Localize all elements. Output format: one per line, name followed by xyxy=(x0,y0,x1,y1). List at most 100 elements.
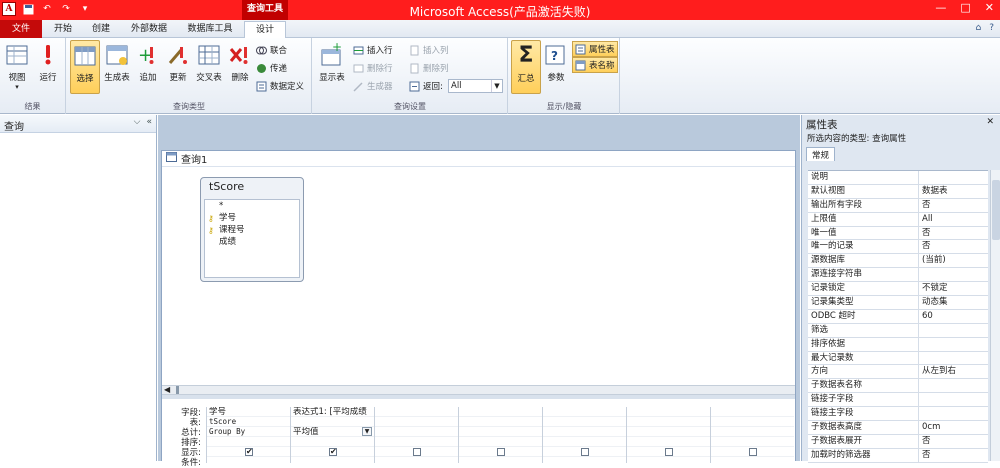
property-row[interactable]: 排序依据 xyxy=(808,337,988,352)
property-row[interactable]: 上限值 All xyxy=(808,212,988,227)
grid-table-cell[interactable] xyxy=(711,417,794,427)
scroll-thumb[interactable] xyxy=(176,386,179,394)
property-sheet-button[interactable]: 属性表 xyxy=(572,41,618,57)
show-checkbox[interactable] xyxy=(413,448,421,456)
help-icon[interactable]: ? xyxy=(989,23,994,33)
tab-design[interactable]: 设计 xyxy=(244,21,286,39)
property-row[interactable]: 说明 xyxy=(808,171,988,185)
property-value[interactable]: 否 xyxy=(919,449,988,462)
grid-table-cell[interactable] xyxy=(459,417,542,427)
parameters-button[interactable]: ? 参数 xyxy=(542,40,570,94)
nav-menu-dropdown-icon[interactable]: ⌵ xyxy=(134,117,141,127)
property-value[interactable] xyxy=(919,352,988,365)
property-value[interactable]: 否 xyxy=(919,240,988,253)
field-item-course-id[interactable]: ⚷ 课程号 xyxy=(205,224,299,236)
grid-field-cell[interactable]: 学号 xyxy=(207,407,290,417)
property-value[interactable]: 60 xyxy=(919,310,988,323)
navigation-pane-header[interactable]: 查询 ⌵ « xyxy=(0,115,156,133)
crosstab-button[interactable]: 交叉表 xyxy=(194,40,224,94)
property-row[interactable]: 最大记录数 xyxy=(808,351,988,366)
collapse-nav-icon[interactable]: « xyxy=(146,117,152,127)
property-row[interactable]: 筛选 xyxy=(808,323,988,338)
union-button[interactable]: 联合 xyxy=(256,42,287,58)
show-checkbox[interactable]: ✔ xyxy=(329,448,337,456)
property-scrollbar[interactable] xyxy=(990,170,1000,461)
show-checkbox[interactable]: ✔ xyxy=(245,448,253,456)
close-icon[interactable]: ✕ xyxy=(986,117,994,127)
property-value[interactable]: 从左到右 xyxy=(919,365,988,378)
run-button[interactable]: 运行 xyxy=(34,40,62,94)
property-value[interactable]: 动态集 xyxy=(919,296,988,309)
grid-total-cell[interactable]: Group By xyxy=(207,427,290,437)
grid-sort-cell[interactable] xyxy=(711,437,794,447)
grid-table-cell[interactable] xyxy=(543,417,626,427)
property-value[interactable] xyxy=(919,379,988,392)
make-table-button[interactable]: 生成表 xyxy=(102,40,132,94)
property-value[interactable]: (当前) xyxy=(919,254,988,267)
show-table-button[interactable]: + 显示表 xyxy=(316,40,348,94)
property-value[interactable]: 0cm xyxy=(919,421,988,434)
tab-general[interactable]: 常规 xyxy=(806,147,836,161)
grid-table-cell[interactable]: tScore xyxy=(207,417,290,427)
grid-field-cell[interactable] xyxy=(627,407,710,417)
grid-total-cell[interactable] xyxy=(711,427,794,437)
append-button[interactable]: + 追加 xyxy=(134,40,162,94)
tab-home[interactable]: 开始 xyxy=(46,21,80,38)
grid-total-cell[interactable] xyxy=(375,427,458,437)
property-value[interactable]: 否 xyxy=(919,199,988,212)
undo-icon[interactable]: ↶ xyxy=(40,2,54,16)
property-row[interactable]: 源连接字符串 xyxy=(808,268,988,283)
update-button[interactable]: 更新 xyxy=(164,40,192,94)
property-row[interactable]: 子数据表展开否 xyxy=(808,434,988,449)
grid-field-cell[interactable] xyxy=(543,407,626,417)
show-checkbox[interactable] xyxy=(497,448,505,456)
insert-column-button[interactable]: 插入列 xyxy=(409,42,449,58)
grid-sort-cell[interactable] xyxy=(543,437,626,447)
property-row[interactable]: 子数据表高度 0cm xyxy=(808,421,988,435)
return-select[interactable]: All ▼ xyxy=(448,79,503,93)
property-row[interactable]: 输出所有字段否 xyxy=(808,198,988,213)
property-value[interactable]: All xyxy=(919,213,988,226)
tab-database-tools[interactable]: 数据库工具 xyxy=(180,21,240,38)
property-row[interactable]: 方向 从左到右 xyxy=(808,365,988,380)
property-row[interactable]: ODBC 超时 60 xyxy=(808,309,988,324)
tab-file[interactable]: 文件 xyxy=(0,20,42,38)
close-button[interactable]: ✕ xyxy=(985,1,994,14)
minimize-button[interactable]: — xyxy=(935,1,946,14)
grid-table-cell[interactable] xyxy=(291,417,374,427)
totals-button[interactable]: Σ 汇总 xyxy=(511,40,541,94)
grid-total-cell[interactable] xyxy=(459,427,542,437)
property-value[interactable]: 否 xyxy=(919,435,988,448)
grid-sort-cell[interactable] xyxy=(375,437,458,447)
property-value[interactable] xyxy=(919,393,988,406)
show-checkbox[interactable] xyxy=(581,448,589,456)
property-row[interactable]: 记录锁定 不锁定 xyxy=(808,282,988,297)
delete-column-button[interactable]: 删除列 xyxy=(409,60,449,76)
grid-field-cell[interactable] xyxy=(375,407,458,417)
scroll-left-icon[interactable]: ◀ xyxy=(164,385,170,394)
property-value[interactable] xyxy=(919,171,988,184)
show-checkbox[interactable] xyxy=(749,448,757,456)
grid-total-cell[interactable] xyxy=(543,427,626,437)
chevron-down-icon[interactable]: ▼ xyxy=(362,427,372,436)
table-pane-hscroll[interactable]: ◀ xyxy=(162,385,795,395)
minimize-ribbon-icon[interactable]: ⌂ xyxy=(976,23,982,33)
grid-sort-cell[interactable] xyxy=(207,437,290,447)
field-item-score[interactable]: 成绩 xyxy=(205,236,299,248)
property-row[interactable]: 链接子字段 xyxy=(808,393,988,408)
property-value[interactable]: 数据表 xyxy=(919,185,988,198)
grid-field-cell[interactable] xyxy=(459,407,542,417)
grid-sort-cell[interactable] xyxy=(291,437,374,447)
data-definition-button[interactable]: 数据定义 xyxy=(256,78,304,94)
scroll-thumb[interactable] xyxy=(992,180,1000,240)
show-checkbox[interactable] xyxy=(665,448,673,456)
property-row[interactable]: 源数据库 (当前) xyxy=(808,254,988,269)
delete-query-button[interactable]: 删除 xyxy=(226,40,254,94)
property-value[interactable]: 不锁定 xyxy=(919,282,988,295)
property-row[interactable]: 默认视图 数据表 xyxy=(808,184,988,199)
grid-sort-cell[interactable] xyxy=(459,437,542,447)
delete-row-button[interactable]: 删除行 xyxy=(353,60,393,76)
property-row[interactable]: 唯一的记录否 xyxy=(808,240,988,255)
select-query-button[interactable]: 选择 xyxy=(70,40,100,94)
pane-splitter[interactable] xyxy=(162,395,795,399)
